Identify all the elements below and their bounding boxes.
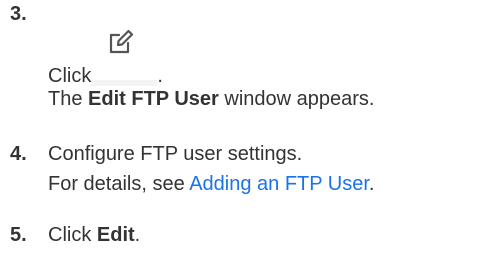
adding-ftp-user-link[interactable]: Adding an FTP User [189,173,369,195]
step-line: For details, see Adding an FTP User. [48,169,478,199]
icon-underline [91,80,158,86]
button-name: Edit [96,224,135,246]
step-text: window appears. [218,88,375,110]
step-line: Configure FTP user settings. [48,139,478,169]
step-body: Configure FTP user settings. For details… [48,139,478,199]
step-4: 4. Configure FTP user settings. For deta… [0,136,488,200]
step-line: Click . [48,29,478,87]
edit-button[interactable] [91,29,158,86]
step-body: Click Edit. [48,220,478,250]
step-text: Click [48,224,97,246]
edit-icon [110,29,134,54]
step-text: For details, see [48,173,190,195]
step-body: Click . The Edit FTP User window appears… [48,29,478,114]
step-3: 3. Click . The Edit FTP User window appe… [0,0,488,124]
step-5: 5. Click Edit. [0,216,488,256]
step-text: Configure FTP user settings. [48,143,303,165]
window-name: Edit FTP User [88,88,219,110]
step-number: 3. [10,3,27,25]
step-text: . [134,224,141,246]
step-line: Click Edit. [48,220,478,250]
step-number: 4. [10,143,27,165]
step-line: The Edit FTP User window appears. [48,84,478,114]
step-text: The [48,88,89,110]
step-text: . [368,173,375,195]
step-number: 5. [10,224,27,246]
